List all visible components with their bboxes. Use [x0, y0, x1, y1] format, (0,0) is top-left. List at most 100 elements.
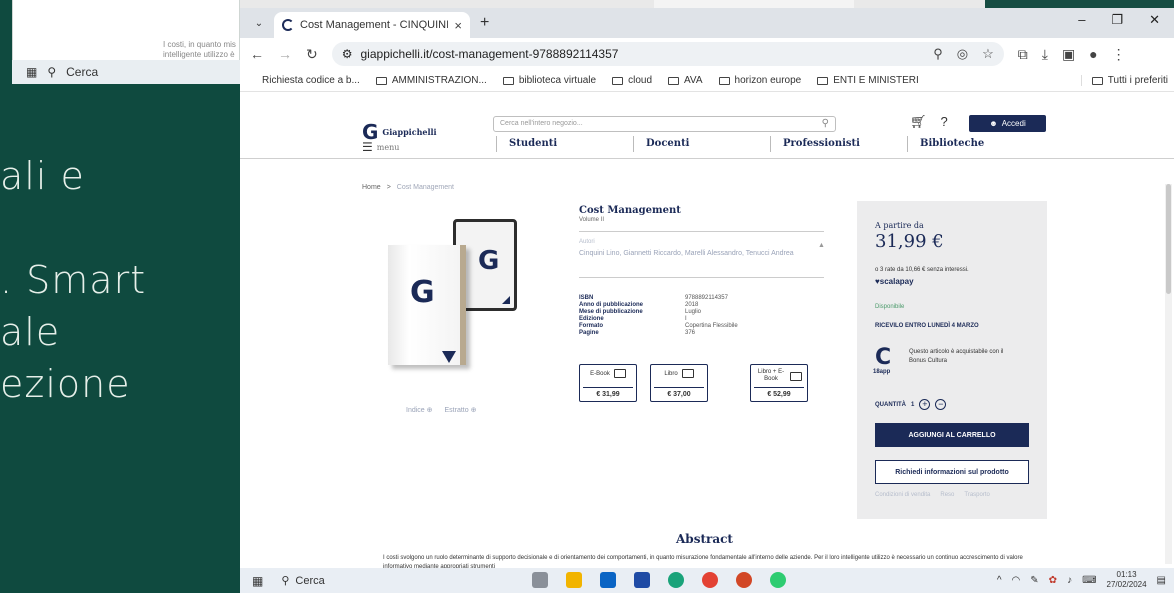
windows-start-icon[interactable]: ▦ — [252, 574, 263, 588]
bookmark-item[interactable]: Richiesta codice a b... — [262, 75, 360, 86]
bookmark-folder[interactable]: biblioteca virtuale — [502, 75, 596, 86]
scalapay-logo[interactable]: ♥scalapay — [875, 277, 914, 286]
nav-biblioteche[interactable]: Biblioteche — [907, 136, 1044, 152]
taskbar-search[interactable]: ⚲ Cerca — [281, 574, 324, 588]
collapse-icon[interactable]: ▲ — [818, 242, 825, 249]
back-icon[interactable]: ← — [250, 46, 264, 62]
kebab-menu-icon[interactable]: ⋮ — [1112, 46, 1126, 63]
bookmark-folder[interactable]: horizon europe — [718, 75, 801, 86]
format-ebook-option[interactable]: E-Book € 31,99 — [579, 364, 637, 402]
store-icon[interactable] — [634, 572, 650, 588]
site-info-icon[interactable]: ⚙ — [342, 47, 353, 61]
search-icon: ⚲ — [281, 575, 290, 587]
request-info-button[interactable]: Richiedi informazioni sul prodotto — [875, 460, 1029, 484]
tab-active[interactable]: Cost Management - CINQUINI × — [274, 12, 470, 38]
powerpoint-icon[interactable] — [736, 572, 752, 588]
bookmark-folder[interactable]: AVA — [668, 75, 703, 86]
returns-link[interactable]: Reso — [940, 492, 954, 498]
keyboard-icon[interactable]: ⌨ — [1082, 575, 1096, 586]
pen-icon[interactable]: ✎ — [1030, 575, 1038, 586]
quantity-value: 1 — [911, 401, 915, 408]
scrollbar[interactable] — [1165, 184, 1172, 564]
minus-icon[interactable]: − — [935, 399, 947, 410]
task-view-icon[interactable] — [532, 572, 548, 588]
new-tab-icon[interactable]: + — [480, 14, 489, 32]
header-icons: 🛒︎ ? — [910, 114, 948, 130]
specs-table: ISBN 9788892114357 Anno di pubblicazione 2… — [579, 295, 738, 337]
tab-search-icon[interactable]: ⌄ — [248, 12, 270, 34]
windows-start-icon[interactable]: ▦ — [26, 65, 37, 79]
clock[interactable]: 01:13 27/02/2024 — [1107, 570, 1147, 590]
background-slide-text: ali e . Smart ale ezione — [0, 150, 240, 410]
bookmark-folder[interactable]: AMMINISTRAZION... — [375, 75, 487, 86]
all-bookmarks-folder[interactable]: Tutti i preferiti — [1080, 75, 1168, 86]
site-search-input[interactable]: Cerca nell'intero negozio... ⚲ — [493, 116, 836, 132]
product-title: Cost Management — [579, 205, 681, 216]
system-tray: ^ ◠ ✎ ✿ ♪ ⌨ 01:13 27/02/2024 ▤ — [997, 570, 1166, 590]
scrollbar-thumb[interactable] — [1166, 184, 1171, 294]
breadcrumb-separator: > — [386, 184, 391, 191]
search-icon[interactable]: ⚲ — [822, 118, 829, 129]
outlook-icon[interactable] — [600, 572, 616, 588]
spec-row: Mese di pubblicazione Luglio — [579, 309, 738, 316]
sales-terms-link[interactable]: Condizioni di vendita — [875, 492, 930, 498]
index-link[interactable]: Indice ⊕ — [406, 406, 433, 414]
bookmark-star-icon[interactable]: ☆ — [982, 46, 994, 62]
bookmark-folder[interactable]: cloud — [612, 75, 652, 86]
hamburger-icon: ☰ — [362, 140, 373, 154]
reload-icon[interactable]: ↻ — [306, 46, 318, 63]
book-cover-image[interactable]: G — [388, 245, 466, 365]
edge-icon[interactable] — [668, 572, 684, 588]
abstract-text: I costi svolgono un ruolo determinante d… — [383, 555, 1023, 568]
bookmark-folder[interactable]: ENTI E MINISTERI — [817, 75, 919, 86]
18app-icon: C — [875, 345, 892, 370]
nav-professionisti[interactable]: Professionisti — [770, 136, 907, 152]
spec-key: Mese di pubblicazione — [579, 309, 643, 315]
close-tab-icon[interactable]: × — [454, 18, 462, 33]
paint-icon[interactable]: ♪ — [1067, 575, 1072, 586]
nav-docenti[interactable]: Docenti — [633, 136, 770, 152]
spec-row: ISBN 9788892114357 — [579, 295, 738, 302]
spec-row: Formato Copertina Flessibile — [579, 323, 738, 330]
background-window-text: I costi, in quanto mis intelligente util… — [163, 40, 236, 60]
format-bundle-option[interactable]: Libro + E-Book € 52,99 — [750, 364, 808, 402]
taskbar-apps — [532, 572, 786, 588]
clock-date: 27/02/2024 — [1106, 580, 1147, 589]
url-field[interactable]: ⚙ giappichelli.it/cost-management-978889… — [331, 42, 1004, 66]
chevron-up-icon[interactable]: ^ — [997, 575, 1002, 586]
spec-value: 376 — [685, 330, 696, 336]
cart-icon[interactable]: 🛒︎ — [910, 114, 927, 130]
excerpt-link[interactable]: Estratto ⊕ — [445, 406, 477, 414]
close-window-icon[interactable]: ✕ — [1149, 12, 1160, 28]
breadcrumb-home[interactable]: Home — [362, 184, 381, 191]
forward-icon[interactable]: → — [278, 46, 292, 62]
sidepanel-icon[interactable]: ▣ — [1062, 46, 1075, 63]
authors-list[interactable]: Cinquini Lino, Giannetti Riccardo, Marel… — [579, 249, 819, 259]
bg-taskbar-search[interactable]: Cerca — [66, 65, 98, 79]
download-icon[interactable]: ⤓ — [1042, 46, 1048, 63]
whatsapp-icon[interactable] — [770, 572, 786, 588]
plus-icon[interactable]: + — [919, 399, 931, 410]
eye-off-icon[interactable]: ◎ — [957, 46, 968, 62]
minimize-icon[interactable]: – — [1078, 12, 1085, 28]
app-tray-icon[interactable]: ✿ — [1049, 575, 1057, 586]
help-icon[interactable]: ? — [941, 114, 948, 130]
spec-value: 2018 — [685, 302, 699, 308]
profile-avatar[interactable]: ● — [1089, 46, 1097, 62]
excerpt-label: Estratto — [444, 407, 469, 414]
restore-icon[interactable]: ❐ — [1111, 12, 1123, 28]
menu-button[interactable]: ☰ menu — [362, 140, 399, 154]
notifications-icon[interactable]: ▤ — [1157, 575, 1166, 586]
add-to-cart-button[interactable]: AGGIUNGI AL CARRELLO — [875, 423, 1029, 447]
file-explorer-icon[interactable] — [566, 572, 582, 588]
chrome-icon[interactable] — [702, 572, 718, 588]
shipping-link[interactable]: Trasporto — [964, 492, 989, 498]
login-button[interactable]: ☻ Accedi — [969, 115, 1046, 132]
nav-studenti[interactable]: Studenti — [496, 136, 633, 152]
extensions-icon[interactable]: ⧉ — [1018, 46, 1028, 63]
background-window[interactable]: I costi, in quanto mis intelligente util… — [12, 0, 240, 64]
format-book-option[interactable]: Libro € 37,00 — [650, 364, 708, 402]
zoom-icon[interactable]: ⚲ — [933, 46, 943, 62]
policy-links: Condizioni di vendita Reso Trasporto — [875, 492, 990, 498]
wifi-icon[interactable]: ◠ — [1012, 575, 1021, 586]
